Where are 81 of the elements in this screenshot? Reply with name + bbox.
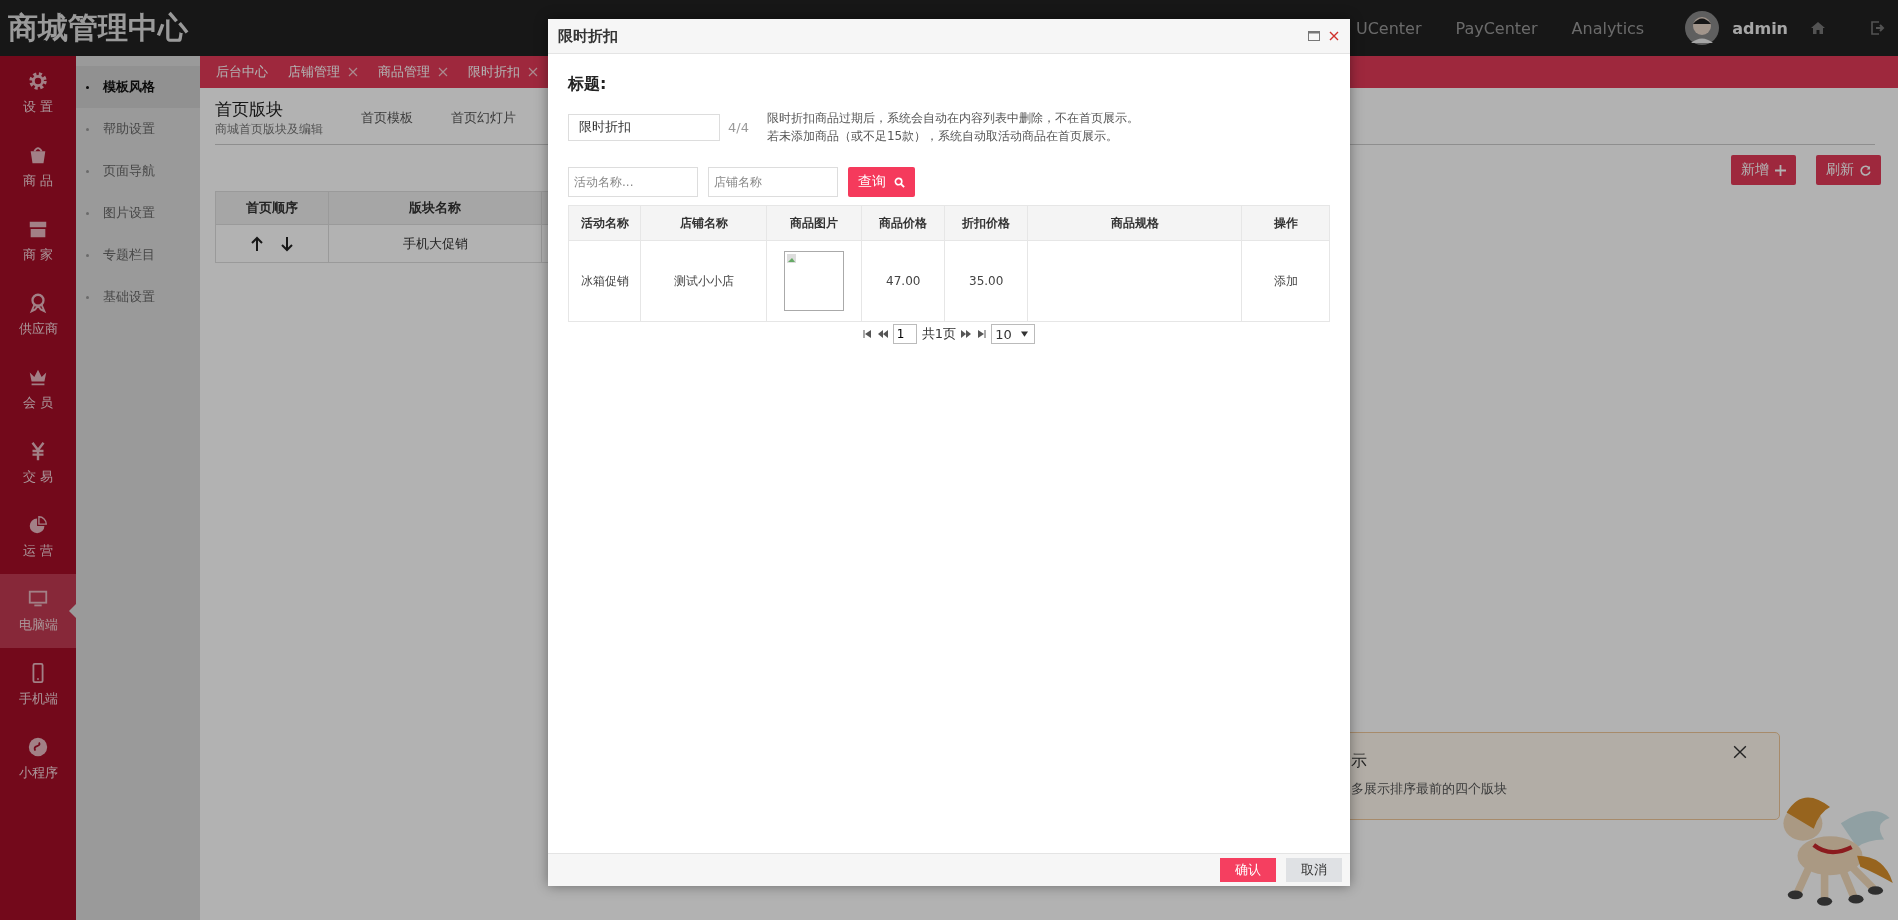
broken-image-icon [784,251,845,311]
nav-link[interactable]: UCenter [1355,18,1422,38]
avatar-icon[interactable] [1684,10,1721,46]
search-field[interactable]: 活动名称... [568,167,698,197]
subnav-item[interactable]: 专题栏目 [76,234,200,276]
field-label: 标题: [568,74,608,95]
table-cell: 47.00 [861,240,945,322]
add-button[interactable]: 新增 [1731,155,1796,185]
column-header: 活动名称 [568,205,641,241]
hint-text: 限时折扣商品过期后，系统会自动在内容列表中删除，不在首页展示。 [766,110,1139,127]
subnav-item[interactable]: 帮助设置 [76,108,200,150]
last-page-icon[interactable] [976,330,987,338]
sidebar-item[interactable]: 手机端 [0,648,76,722]
page-title: 首页版块 [215,98,284,121]
table-cell: 手机大促销 [328,224,542,263]
move-up-icon[interactable] [250,235,264,252]
column-header: 版块名称 [328,191,542,225]
column-header: 商品规格 [1027,205,1242,241]
char-count: 4/4 [728,119,749,135]
column-header: 折扣价格 [944,205,1028,241]
dialog-title: 限时折扣 [558,26,619,46]
search-icon [894,176,905,188]
next-page-icon[interactable] [961,330,972,338]
caret-icon [1021,331,1029,337]
gear-icon [27,70,49,92]
first-page-icon[interactable] [862,330,873,338]
search-field[interactable]: 店铺名称 [708,167,838,197]
subnav-item[interactable]: 模板风格 [76,66,200,108]
sidebar-item[interactable]: 设 置 [0,56,76,130]
add-link[interactable]: 添加 [1241,240,1330,322]
cancel-button[interactable]: 取消 [1286,858,1342,882]
tab[interactable]: 后台中心 [216,63,268,81]
table-cell: 测试小小店 [640,240,767,322]
page-total: 共1页 [921,325,957,343]
sidebar-item[interactable]: 交 易 [0,426,76,500]
hint-text: 若未添加商品（或不足15款），系统自动取活动商品在首页展示。 [766,128,1120,145]
column-header: 首页顺序 [215,191,329,225]
move-down-icon[interactable] [280,235,294,252]
table-cell: 35.00 [944,240,1028,322]
table-cell: 冰箱促销 [568,240,641,322]
pie-chart-icon [27,514,49,536]
previous-page-icon[interactable] [877,330,888,338]
nav-link[interactable]: PayCenter [1455,18,1538,38]
sidebar-item[interactable]: 小程序 [0,722,76,796]
award-icon [27,292,49,314]
notice-text: 多展示排序最前的四个版块 [1351,780,1508,798]
column-header: 店铺名称 [640,205,767,241]
sidebar-item[interactable]: 供应商 [0,278,76,352]
subnav-item[interactable]: 页面导航 [76,150,200,192]
nav-link[interactable]: Analytics [1571,18,1645,38]
notice-title: 示 [1351,751,1367,772]
confirm-button[interactable]: 确认 [1220,858,1276,882]
page-size-select[interactable]: 10 [991,324,1036,344]
tab[interactable]: 限时折扣 [468,63,538,81]
page-input[interactable]: 1 [892,324,917,344]
column-header: 操作 [1241,205,1330,241]
sub-tab[interactable]: 首页模板 [361,109,413,127]
refresh-icon [1860,164,1871,176]
tab[interactable]: 商品管理 [378,63,448,81]
plus-icon [1775,164,1786,176]
column-header: 商品价格 [861,205,945,241]
refresh-button[interactable]: 刷新 [1816,155,1881,185]
sidebar-item[interactable]: 电脑端 [0,574,76,648]
subnav-item[interactable]: 图片设置 [76,192,200,234]
circle-icon [27,736,49,758]
page-subtitle: 商城首页版块及编辑 [215,121,323,138]
column-header: 商品图片 [766,205,862,241]
tab[interactable]: 店铺管理 [288,63,358,81]
subnav-item[interactable]: 基础设置 [76,276,200,318]
close-icon[interactable] [1328,30,1340,42]
sidebar-item[interactable]: 运 营 [0,500,76,574]
search-button[interactable]: 查询 [848,167,915,197]
sidebar-item[interactable]: 商 品 [0,130,76,204]
sub-tab[interactable]: 首页幻灯片 [451,109,516,127]
title-input[interactable]: 限时折扣 [568,113,720,141]
user-name[interactable]: admin [1732,18,1788,38]
maximize-icon[interactable] [1308,30,1320,42]
sidebar-item[interactable]: 商 家 [0,204,76,278]
sidebar-item[interactable]: 会 员 [0,352,76,426]
close-icon[interactable] [1733,745,1747,759]
logo: 商城管理中心 [8,8,188,47]
